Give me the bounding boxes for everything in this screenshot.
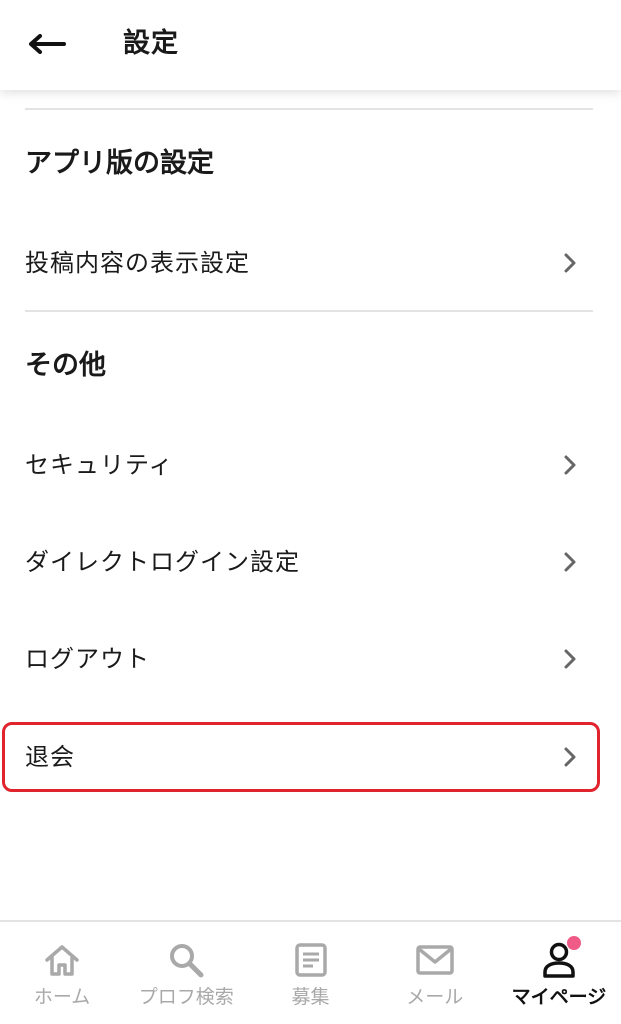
row-label: 退会: [25, 743, 75, 771]
row-label: ログアウト: [25, 645, 150, 673]
chevron-right-icon: [559, 551, 581, 573]
arrow-left-icon: [29, 34, 66, 54]
nav-label: ホーム: [33, 986, 91, 1008]
back-button[interactable]: [22, 24, 70, 64]
row-label: 投稿内容の表示設定: [25, 249, 250, 277]
divider: [25, 310, 593, 312]
row-label: セキュリティ: [25, 451, 174, 479]
row-label: ダイレクトログイン設定: [25, 548, 300, 576]
row-logout[interactable]: ログアウト: [0, 624, 621, 694]
document-icon: [291, 940, 331, 980]
mail-icon: [415, 940, 455, 980]
nav-profile-search[interactable]: プロフ検索: [124, 922, 248, 1024]
page-title: 設定: [123, 28, 179, 59]
header: 設定: [0, 0, 621, 90]
chevron-right-icon: [559, 252, 581, 274]
search-icon: [166, 940, 206, 980]
chevron-right-icon: [559, 648, 581, 670]
settings-screen: 設定 アプリ版の設定 投稿内容の表示設定 その他 セキュリティ ダイレクトログイ…: [0, 0, 621, 1024]
notification-badge: [566, 936, 581, 950]
section-title-other: その他: [25, 350, 106, 381]
home-icon: [42, 940, 82, 980]
chevron-right-icon: [559, 746, 581, 768]
row-post-display-settings[interactable]: 投稿内容の表示設定: [0, 228, 621, 298]
nav-label: マイページ: [511, 986, 607, 1008]
row-withdraw[interactable]: 退会: [0, 722, 621, 792]
nav-label: メール: [406, 986, 464, 1008]
section-title-app: アプリ版の設定: [25, 148, 214, 179]
nav-mypage[interactable]: マイページ: [497, 922, 621, 1024]
nav-recruit[interactable]: 募集: [248, 922, 372, 1024]
nav-label: プロフ検索: [138, 986, 234, 1008]
row-direct-login-settings[interactable]: ダイレクトログイン設定: [0, 527, 621, 597]
bottom-nav: ホーム プロフ検索 募集 メール マイページ: [0, 920, 621, 1024]
divider: [25, 108, 593, 110]
chevron-right-icon: [559, 454, 581, 476]
nav-label: 募集: [291, 986, 330, 1008]
nav-mail[interactable]: メール: [373, 922, 497, 1024]
nav-home[interactable]: ホーム: [0, 922, 124, 1024]
row-security[interactable]: セキュリティ: [0, 430, 621, 500]
